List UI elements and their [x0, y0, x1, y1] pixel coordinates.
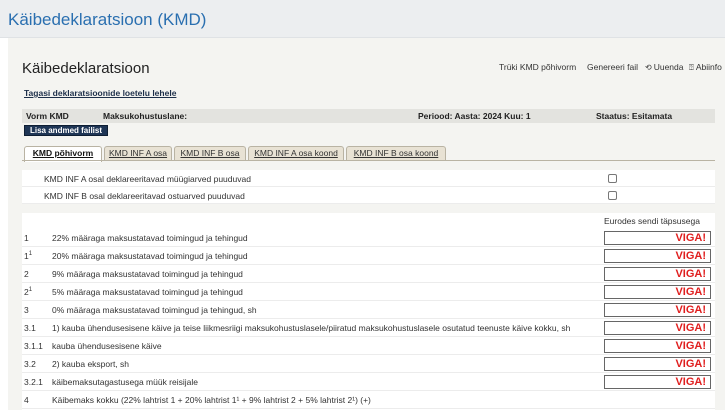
no-sales-invoices-checkbox[interactable]: [608, 174, 617, 183]
page-title: Käibedeklaratsioon: [22, 60, 150, 77]
row-description: käibemaksutagastusega müük reisijale: [52, 377, 198, 387]
period-label: Periood: Aasta: 2024 Kuu: 1: [418, 111, 531, 121]
row-number-main: 2: [24, 269, 29, 279]
table-row: 2 9% määraga maksustatavad toimingud ja t…: [22, 265, 715, 283]
add-data-from-file-button[interactable]: Lisa andmed failist: [24, 125, 109, 136]
amount-input[interactable]: VIGA!: [604, 249, 711, 263]
row-number: 11: [24, 251, 32, 261]
top-bar: Käibedeklaratsioon (KMD): [0, 0, 725, 38]
table-row: 3.1 1) kauba ühendusesisene käive ja teis…: [22, 319, 715, 337]
check-label: KMD INF A osal deklareeritavad müügiarve…: [44, 174, 251, 184]
amount-input[interactable]: VIGA!: [604, 285, 711, 299]
amount-input[interactable]: VIGA!: [604, 321, 711, 335]
tab-inf-b[interactable]: KMD INF B osa: [174, 146, 246, 161]
amount-input[interactable]: VIGA!: [604, 339, 711, 353]
table-row: 3.2.1 käibemaksutagastusega müük reisijal…: [22, 373, 715, 391]
refresh-label: Uuenda: [653, 62, 684, 72]
amount-input[interactable]: VIGA!: [604, 267, 711, 281]
row-description: 2) kauba eksport, sh: [52, 359, 130, 369]
refresh-icon: ⟲: [645, 63, 652, 72]
row-number-main: 4: [24, 395, 29, 405]
table-row: 3 0% määraga maksustatavad toimingud ja t…: [22, 301, 715, 319]
row-number-sup: 1: [28, 287, 33, 294]
table-row: 3.2 2) kauba eksport, sh VIGA!: [22, 355, 715, 373]
table-row: 1 22% määraga maksustatavad toimingud ja …: [22, 229, 715, 247]
table-row: 11 20% määraga maksustatavad toimingud ja…: [22, 247, 715, 265]
row-description: 9% määraga maksustatavad toimingud ja te…: [52, 269, 243, 279]
row-number-main: 3.1: [24, 323, 36, 333]
amount-input[interactable]: VIGA!: [604, 231, 711, 245]
amount-input[interactable]: VIGA!: [604, 357, 711, 371]
kmd-lines-table: Eurodes sendi täpsusega 1 22% määraga mak…: [22, 213, 715, 410]
tab-divider: [22, 160, 715, 161]
row-description: 1) kauba ühendusesisene käive ja teise l…: [52, 323, 571, 333]
row-number-main: 3.1.1: [24, 341, 43, 351]
check-label: KMD INF B osal deklareeritavad ostuarved…: [44, 191, 245, 201]
amount-input[interactable]: VIGA!: [604, 303, 711, 317]
row-description: 0% määraga maksustatavad toimingud ja te…: [52, 305, 257, 315]
refresh-link[interactable]: ⟲ Uuenda: [645, 62, 683, 72]
row-number: 3.2.1: [24, 377, 43, 387]
generate-file-link[interactable]: Genereeri fail: [587, 62, 638, 72]
row-number: 3.1.1: [24, 341, 43, 351]
no-purchase-invoices-checkbox[interactable]: [608, 191, 617, 200]
row-description: 5% määraga maksustatavad toimingud ja te…: [52, 287, 243, 297]
amount-column-header: Eurodes sendi täpsusega: [604, 216, 700, 226]
declaration-info-bar: Vorm KMD Maksukohustuslane: Periood: Aas…: [22, 109, 715, 123]
row-description: 20% määraga maksustatavad toimingud ja t…: [52, 251, 248, 261]
tab-inf-a[interactable]: KMD INF A osa: [104, 146, 172, 161]
row-description: Käibemaks kokku (22% lahtrist 1 + 20% la…: [52, 395, 371, 405]
table-row: 3.1.1 kauba ühendusesisene käive VIGA!: [22, 337, 715, 355]
amount-input[interactable]: VIGA!: [604, 375, 711, 389]
table-row: 21 5% määraga maksustatavad toimingud ja …: [22, 283, 715, 301]
tab-inf-a-summary[interactable]: KMD INF A osa koond: [248, 146, 344, 161]
inf-checks-panel: KMD INF A osal deklareeritavad müügiarve…: [22, 170, 715, 204]
row-description: 22% määraga maksustatavad toimingud ja t…: [52, 233, 248, 243]
status-label: Staatus: Esitamata: [596, 111, 673, 121]
row-number: 21: [24, 287, 32, 297]
help-link[interactable]: ⍰ Abiinfo: [689, 62, 722, 73]
back-to-list-link[interactable]: Tagasi deklaratsioonide loetelu lehele: [24, 88, 176, 98]
form-label: Vorm KMD: [26, 111, 69, 121]
row-number: 4: [24, 395, 29, 405]
help-icon: ⍰: [689, 63, 694, 72]
row-number: 2: [24, 269, 29, 279]
row-number-main: 1: [24, 233, 29, 243]
row-description: kauba ühendusesisene käive: [52, 341, 162, 351]
payer-label: Maksukohustuslane:: [103, 111, 188, 121]
row-number: 3.2: [24, 359, 36, 369]
row-number-main: 3.2.1: [24, 377, 43, 387]
app-title: Käibedeklaratsioon (KMD): [8, 10, 207, 29]
help-label: Abiinfo: [695, 62, 722, 72]
print-link[interactable]: Trüki KMD põhivorm: [499, 62, 576, 72]
row-number: 1: [24, 233, 29, 243]
table-row: 4 Käibemaks kokku (22% lahtrist 1 + 20% l…: [22, 391, 715, 409]
row-number-main: 3.2: [24, 359, 36, 369]
row-number: 3.1: [24, 323, 36, 333]
row-number-main: 3: [24, 305, 29, 315]
check-row: KMD INF B osal deklareeritavad ostuarved…: [22, 187, 715, 204]
row-number: 3: [24, 305, 29, 315]
row-number-sup: 1: [28, 251, 33, 258]
tab-inf-b-summary[interactable]: KMD INF B osa koond: [346, 146, 446, 161]
check-row: KMD INF A osal deklareeritavad müügiarve…: [22, 170, 715, 187]
